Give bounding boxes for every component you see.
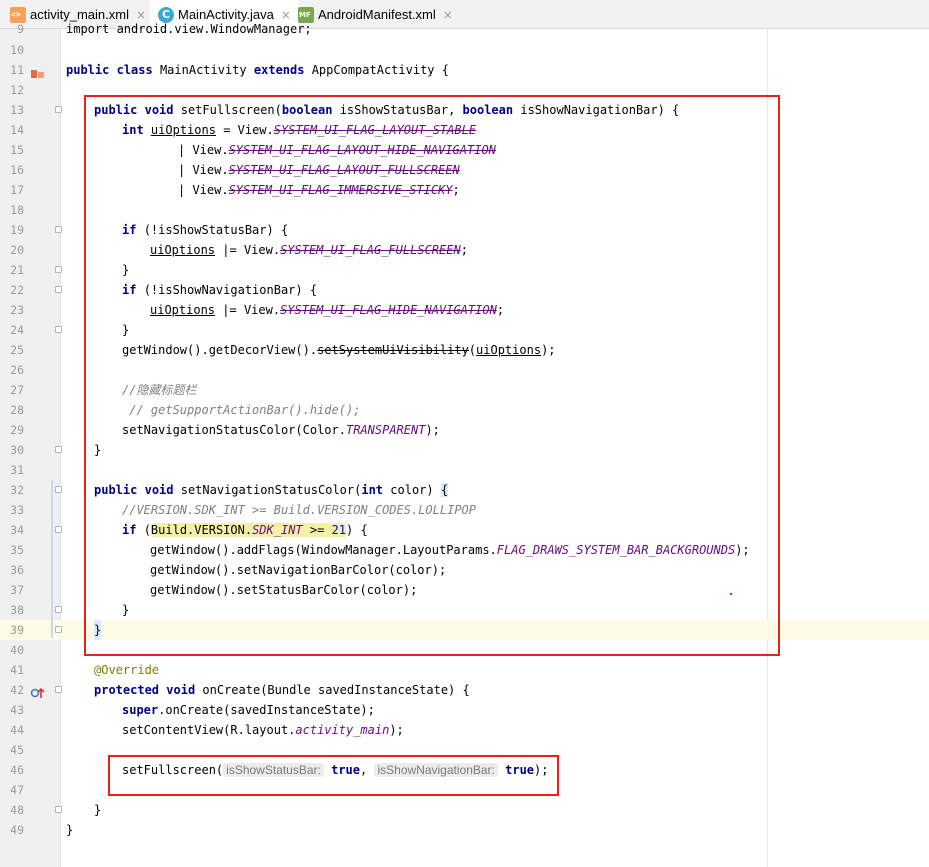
fold-icon[interactable] <box>55 526 62 533</box>
class-declaration[interactable]: public class MainActivity extends AppCom… <box>66 60 449 80</box>
code-text: .onCreate(savedInstanceState); <box>158 703 375 717</box>
line-number: 17 <box>10 183 24 197</box>
keyword: void <box>166 683 196 697</box>
line-number: 10 <box>10 43 24 57</box>
class-name: MainActivity <box>159 63 247 77</box>
line-number: 41 <box>10 663 24 677</box>
line-number: 9 <box>17 22 24 36</box>
code-line: 9 import android.view.WindowManager; <box>0 19 929 39</box>
line-number: 37 <box>10 583 24 597</box>
line-number: 30 <box>10 443 24 457</box>
line-number: 36 <box>10 563 24 577</box>
line-number: 15 <box>10 143 24 157</box>
code-text[interactable]: } <box>66 820 73 840</box>
code-text[interactable]: } <box>94 800 101 820</box>
fold-icon[interactable] <box>55 286 62 293</box>
keyword: protected <box>94 683 160 697</box>
line-number: 38 <box>10 603 24 617</box>
method-signature[interactable]: protected void onCreate(Bundle savedInst… <box>94 680 470 700</box>
line-number: 14 <box>10 123 24 137</box>
keyword: public <box>66 63 110 77</box>
code-line: 49 } <box>0 820 929 840</box>
fold-icon[interactable] <box>55 606 62 613</box>
import-statement: import android.view.WindowManager; <box>66 22 312 36</box>
line-number: 20 <box>10 243 24 257</box>
line-number: 35 <box>10 543 24 557</box>
keyword: extends <box>253 63 305 77</box>
line-number: 46 <box>10 763 24 777</box>
line-number: 24 <box>10 323 24 337</box>
code-text: ); <box>389 723 404 737</box>
line-number: 29 <box>10 423 24 437</box>
code-text: setContentView(R.layout. <box>122 723 296 737</box>
fold-icon[interactable] <box>55 806 62 813</box>
fold-icon[interactable] <box>55 266 62 273</box>
line-number: 27 <box>10 383 24 397</box>
keyword: class <box>116 63 153 77</box>
line-number: 18 <box>10 203 24 217</box>
line-number: 19 <box>10 223 24 237</box>
line-number: 49 <box>10 823 24 837</box>
code-line: 41 @Override <box>0 660 929 680</box>
annotation-dot <box>730 593 732 595</box>
code-line: 11 public class MainActivity extends App… <box>0 60 929 80</box>
code-text[interactable]: super.onCreate(savedInstanceState); <box>122 700 375 720</box>
line-number: 12 <box>10 83 24 97</box>
line-number: 44 <box>10 723 24 737</box>
line-number: 43 <box>10 703 24 717</box>
line-number: 28 <box>10 403 24 417</box>
fold-icon[interactable] <box>55 446 62 453</box>
highlight-box-methods <box>84 95 780 656</box>
line-number: 22 <box>10 283 24 297</box>
line-number: 32 <box>10 483 24 497</box>
line-number: 34 <box>10 523 24 537</box>
fold-icon[interactable] <box>55 326 62 333</box>
line-number: 21 <box>10 263 24 277</box>
line-number: 23 <box>10 303 24 317</box>
line-number: 31 <box>10 463 24 477</box>
line-number: 45 <box>10 743 24 757</box>
annotation[interactable]: @Override <box>94 660 159 680</box>
code-line: 43 super.onCreate(savedInstanceState); <box>0 700 929 720</box>
line-number: 40 <box>10 643 24 657</box>
line-number: 48 <box>10 803 24 817</box>
fold-icon[interactable] <box>55 486 62 493</box>
keyword: super <box>122 703 159 717</box>
code-line: 42 protected void onCreate(Bundle savedI… <box>0 680 929 700</box>
code-text[interactable]: import android.view.WindowManager; <box>66 19 312 39</box>
line-number: 42 <box>10 683 24 697</box>
fold-icon[interactable] <box>55 686 62 693</box>
code-line: 10 <box>0 40 929 60</box>
code-text[interactable]: setContentView(R.layout.activity_main); <box>122 720 404 740</box>
highlight-box-call <box>108 755 559 796</box>
line-number: 39 <box>10 623 24 637</box>
code-text: onCreate(Bundle savedInstanceState) { <box>202 683 470 697</box>
line-number: 11 <box>10 63 24 77</box>
line-number: 26 <box>10 363 24 377</box>
line-number: 16 <box>10 163 24 177</box>
code-text: AppCompatActivity { <box>311 63 449 77</box>
static-constant: activity_main <box>295 723 390 737</box>
line-number: 47 <box>10 783 24 797</box>
line-number: 33 <box>10 503 24 517</box>
fold-icon[interactable] <box>55 106 62 113</box>
line-number: 13 <box>10 103 24 117</box>
code-line: 44 setContentView(R.layout.activity_main… <box>0 720 929 740</box>
code-line: 48 } <box>0 800 929 820</box>
line-number: 25 <box>10 343 24 357</box>
fold-icon[interactable] <box>55 226 62 233</box>
fold-icon[interactable] <box>55 626 62 633</box>
